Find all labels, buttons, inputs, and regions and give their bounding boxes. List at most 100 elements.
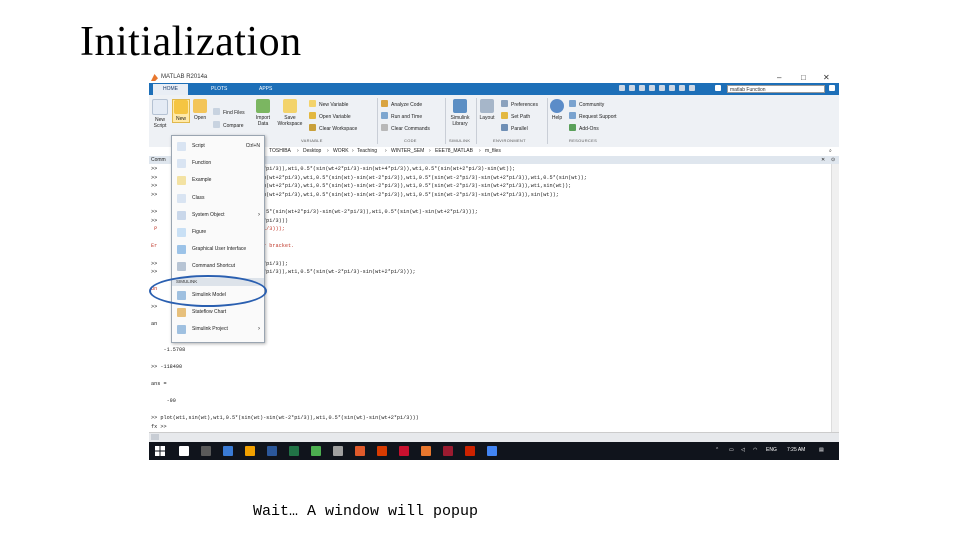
new-label: New <box>175 116 186 122</box>
notification-icon[interactable]: ▤ <box>819 447 824 453</box>
analyze-code-icon <box>381 100 388 107</box>
community-button[interactable]: Community <box>569 100 604 108</box>
breadcrumb-item[interactable]: WINTER_SEM <box>391 147 424 156</box>
taskbar-app-icon[interactable] <box>267 446 277 456</box>
compare-button[interactable]: Compare <box>213 121 244 129</box>
cut-quick-icon[interactable] <box>629 85 635 91</box>
taskbar-app-icon[interactable] <box>223 446 233 456</box>
switch-windows-icon[interactable] <box>679 85 685 91</box>
menu-item-graphical-user-interface[interactable]: Graphical User Interface <box>172 241 264 258</box>
set-path-button[interactable]: Set Path <box>501 112 530 120</box>
system-object-icon <box>177 210 186 220</box>
taskbar-app-icon[interactable] <box>245 446 255 456</box>
tray-up-arrow-icon[interactable]: ⌃ <box>715 447 719 453</box>
compare-icon <box>213 121 220 128</box>
save-workspace-button[interactable]: Save Workspace <box>277 99 303 127</box>
new-variable-button[interactable]: New Variable <box>309 100 348 108</box>
analyze-code-button[interactable]: Analyze Code <box>381 100 422 108</box>
quick-access-menu-icon[interactable] <box>715 85 721 91</box>
run-and-time-button[interactable]: Run and Time <box>381 112 422 120</box>
open-button[interactable]: Open <box>192 99 208 121</box>
save-workspace-label: Save Workspace <box>277 115 303 127</box>
filter-icon[interactable] <box>829 85 835 91</box>
paste-quick-icon[interactable] <box>649 85 655 91</box>
highlight-oval <box>149 275 267 307</box>
community-icon <box>569 100 576 107</box>
request-support-button[interactable]: Request Support <box>569 112 617 120</box>
menu-item-script[interactable]: Script Ctrl+N <box>172 138 264 155</box>
command-line: ans = <box>151 381 167 387</box>
find-files-button[interactable]: Find Files <box>213 108 245 116</box>
menu-item-class[interactable]: Class <box>172 190 264 207</box>
command-window-scrollbar[interactable] <box>831 164 839 432</box>
tray-wifi-icon[interactable]: ◠ <box>753 447 757 453</box>
taskbar-app-icon[interactable] <box>333 446 343 456</box>
menu-item-example[interactable]: Example <box>172 172 264 189</box>
menu-item-system-object[interactable]: System Object › <box>172 207 264 224</box>
help-quick-icon[interactable] <box>689 85 695 91</box>
tray-clock[interactable]: 7:25 AM <box>787 447 805 453</box>
taskbar-app-icon[interactable] <box>289 446 299 456</box>
panel-menu-icon[interactable]: ⊙ <box>831 156 835 164</box>
menu-item-figure[interactable]: Figure <box>172 224 264 241</box>
taskbar-app-icon[interactable] <box>311 446 321 456</box>
close-button[interactable]: ✕ <box>823 73 830 82</box>
parallel-button[interactable]: Parallel <box>501 124 528 132</box>
parallel-icon <box>501 124 508 131</box>
redo-quick-icon[interactable] <box>669 85 675 91</box>
taskbar-app-icon[interactable] <box>355 446 365 456</box>
open-variable-button[interactable]: Open Variable <box>309 112 351 120</box>
taskbar-app-icon[interactable] <box>399 446 409 456</box>
menu-item-label: Function <box>192 160 212 167</box>
maximize-button[interactable]: □ <box>801 73 806 82</box>
ribbon-tabs: HOME PLOTS APPS matlab Function <box>149 83 839 95</box>
tray-language[interactable]: ENG <box>766 447 777 453</box>
clear-commands-icon <box>381 124 388 131</box>
clear-commands-button[interactable]: Clear Commands <box>381 124 430 132</box>
layout-button[interactable]: Layout <box>478 99 496 121</box>
breadcrumb-item[interactable]: m_files <box>485 147 501 156</box>
taskbar-app-icon[interactable] <box>465 446 475 456</box>
windows-start-icon[interactable] <box>155 446 165 456</box>
breadcrumb-item[interactable]: Teaching <box>357 147 377 156</box>
tray-volume-icon[interactable]: ◁ <box>741 447 745 453</box>
new-script-label: New Script <box>153 117 167 129</box>
menu-item-function[interactable]: Function <box>172 155 264 172</box>
tray-network-icon[interactable]: ▭ <box>729 447 734 453</box>
taskbar-app-icon[interactable] <box>487 446 497 456</box>
layout-label: Layout <box>479 115 495 121</box>
preferences-button[interactable]: Preferences <box>501 100 538 108</box>
tab-home[interactable]: HOME <box>153 84 188 95</box>
search-documentation-input[interactable]: matlab Function <box>727 85 825 93</box>
group-label-variable: VARIABLE <box>301 138 323 143</box>
menu-item-command-shortcut[interactable]: Command Shortcut <box>172 258 264 275</box>
breadcrumb-item[interactable]: WORK <box>333 147 349 156</box>
menu-item-label: Script <box>192 143 205 149</box>
import-data-button[interactable]: Import Data <box>253 99 273 127</box>
breadcrumb-item[interactable]: EEE78_MATLAB <box>435 147 473 156</box>
taskbar-app-icon[interactable] <box>179 446 189 456</box>
taskbar-app-icon[interactable] <box>377 446 387 456</box>
new-script-button[interactable]: New Script <box>151 99 169 129</box>
breadcrumb-item[interactable]: Desktop <box>303 147 321 156</box>
tab-plots[interactable]: PLOTS <box>201 84 237 95</box>
search-folder-icon[interactable]: ⌕ <box>829 147 832 156</box>
copy-quick-icon[interactable] <box>639 85 645 91</box>
minimize-button[interactable]: – <box>777 73 781 82</box>
menu-item-simulink-project[interactable]: Simulink Project › <box>172 321 264 338</box>
taskbar-app-icon[interactable] <box>421 446 431 456</box>
tab-apps[interactable]: APPS <box>249 84 282 95</box>
breadcrumb-item[interactable]: TOSHIBA <box>269 147 291 156</box>
simulink-library-button[interactable]: Simulink Library <box>448 99 472 127</box>
new-button[interactable]: New <box>172 99 190 123</box>
save-quick-icon[interactable] <box>619 85 625 91</box>
help-button[interactable]: Help <box>549 99 565 121</box>
command-line: -90 <box>151 398 176 405</box>
ribbon-separator <box>547 98 548 144</box>
undo-quick-icon[interactable] <box>659 85 665 91</box>
clear-workspace-button[interactable]: Clear Workspace <box>309 124 357 132</box>
taskbar-app-icon[interactable] <box>201 446 211 456</box>
add-ons-button[interactable]: Add-Ons <box>569 124 599 132</box>
taskbar-app-icon[interactable] <box>443 446 453 456</box>
panel-close-icon[interactable]: ✕ <box>821 156 825 164</box>
